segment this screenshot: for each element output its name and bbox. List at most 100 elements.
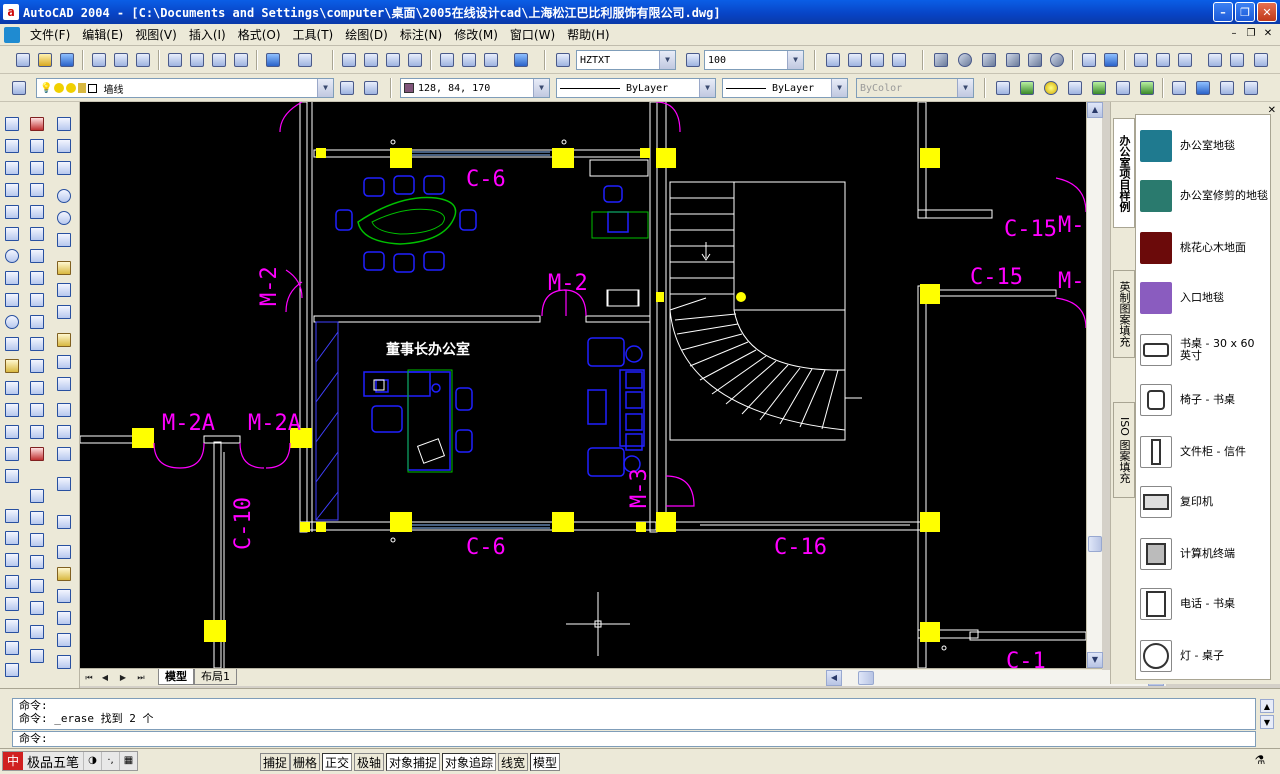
- dim-edit-icon[interactable]: [54, 400, 74, 420]
- ellipse-icon[interactable]: [2, 312, 22, 332]
- zoom-dynamic-icon[interactable]: [27, 622, 47, 642]
- first-tab-icon[interactable]: ⏮: [82, 671, 96, 685]
- dim-ordinate-icon[interactable]: [54, 158, 74, 178]
- chamfer-icon[interactable]: [27, 400, 47, 420]
- print-icon[interactable]: [90, 51, 108, 69]
- trim-icon[interactable]: [27, 312, 47, 332]
- block-editor-icon[interactable]: [54, 542, 74, 562]
- dim-style-select[interactable]: 100 ▼: [704, 50, 804, 70]
- scale-icon[interactable]: [27, 268, 47, 288]
- toggle-osnap[interactable]: 对象捕捉: [386, 753, 441, 771]
- arc-icon[interactable]: [2, 224, 22, 244]
- doc-minimize-button[interactable]: –: [1226, 27, 1242, 41]
- quick-leader-icon[interactable]: [54, 330, 74, 350]
- palette-item-phone[interactable]: 电话 - 书桌: [1136, 579, 1270, 629]
- center-mark-icon[interactable]: [54, 374, 74, 394]
- scroll-up-icon[interactable]: ▲: [1087, 102, 1103, 118]
- communication-center-icon[interactable]: ⚗: [1248, 753, 1272, 771]
- copy-icon[interactable]: [188, 51, 206, 69]
- materials-icon[interactable]: [1206, 51, 1224, 69]
- stretch-icon[interactable]: [27, 290, 47, 310]
- rotate-icon[interactable]: [27, 246, 47, 266]
- menu-view[interactable]: 视图(V): [129, 26, 183, 43]
- ellipse-arc-icon[interactable]: [2, 334, 22, 354]
- new-file-icon[interactable]: [14, 51, 32, 69]
- background-toolbar-icon[interactable]: [1170, 79, 1188, 97]
- scroll-down-icon[interactable]: ▼: [1087, 652, 1103, 668]
- statistics-icon[interactable]: [1194, 79, 1212, 97]
- undo-icon[interactable]: [264, 51, 282, 69]
- menu-help[interactable]: 帮助(H): [561, 26, 615, 43]
- named-views-icon[interactable]: [54, 512, 74, 532]
- layer-manager-icon[interactable]: [10, 79, 28, 97]
- chevron-down-icon[interactable]: ▼: [659, 51, 675, 69]
- viewport-icon[interactable]: [824, 51, 842, 69]
- previous-tab-icon[interactable]: ◀: [98, 671, 112, 685]
- toggle-polar[interactable]: 极轴: [354, 753, 385, 771]
- maximize-button[interactable]: ❐: [1235, 2, 1255, 22]
- help-icon[interactable]: [512, 51, 530, 69]
- palette-scrollbar[interactable]: [1271, 114, 1280, 680]
- last-tab-icon[interactable]: ⏭: [134, 671, 148, 685]
- command-input[interactable]: 命令:: [12, 731, 1256, 747]
- menu-insert[interactable]: 插入(I): [183, 26, 232, 43]
- toggle-snap[interactable]: 捕捉: [260, 753, 291, 771]
- text-scale-icon[interactable]: [2, 572, 22, 592]
- next-tab-icon[interactable]: ▶: [116, 671, 130, 685]
- save-image-icon[interactable]: [1242, 79, 1260, 97]
- tab-model[interactable]: 模型: [158, 669, 194, 685]
- text-icon[interactable]: [2, 506, 22, 526]
- chevron-down-icon[interactable]: ▼: [787, 51, 803, 69]
- offset-icon[interactable]: [27, 180, 47, 200]
- hatch-icon[interactable]: [2, 422, 22, 442]
- xref-icon[interactable]: [54, 586, 74, 606]
- tolerance-icon[interactable]: [54, 352, 74, 372]
- zoom-out-icon[interactable]: [27, 508, 47, 528]
- join-icon[interactable]: [27, 378, 47, 398]
- tab-imperial-hatch[interactable]: 英制图案填充: [1113, 270, 1135, 358]
- menu-tools[interactable]: 工具(T): [287, 26, 340, 43]
- doc-restore-button[interactable]: ❐: [1243, 27, 1259, 41]
- tab-iso-hatch[interactable]: ISO 图案填充: [1113, 402, 1135, 498]
- dim-continue-icon[interactable]: [54, 302, 74, 322]
- mirror-icon[interactable]: [27, 158, 47, 178]
- save-icon[interactable]: [58, 51, 76, 69]
- punctuation-icon[interactable]: ·,: [101, 752, 119, 770]
- dim-aligned-icon[interactable]: [54, 136, 74, 156]
- circle-icon[interactable]: [2, 246, 22, 266]
- doc-close-button[interactable]: ✕: [1260, 27, 1276, 41]
- text-style-tool-icon[interactable]: [2, 594, 22, 614]
- revision-cloud-icon[interactable]: [2, 268, 22, 288]
- dim-baseline-icon[interactable]: [54, 280, 74, 300]
- extend-icon[interactable]: [27, 334, 47, 354]
- ole-object-icon[interactable]: [54, 630, 74, 650]
- palette-item-trimmed-carpet[interactable]: 办公室修剪的地毯: [1136, 171, 1270, 221]
- scroll-left-icon[interactable]: ◀: [826, 670, 842, 686]
- dim-style-icon[interactable]: [684, 51, 702, 69]
- document-icon[interactable]: [4, 26, 20, 43]
- cut-icon[interactable]: [166, 51, 184, 69]
- color-select[interactable]: 128, 84, 170 ▼: [400, 78, 550, 98]
- torus-icon[interactable]: [1048, 51, 1066, 69]
- match-properties-icon[interactable]: [232, 51, 250, 69]
- preferences-icon[interactable]: [1218, 79, 1236, 97]
- zoom-extents-icon[interactable]: [27, 530, 47, 550]
- menu-edit[interactable]: 编辑(E): [76, 26, 129, 43]
- region-icon[interactable]: [2, 444, 22, 464]
- viewport-3-icon[interactable]: [868, 51, 886, 69]
- dim-update-icon[interactable]: [54, 444, 74, 464]
- drawing-canvas[interactable]: C-6 C-6 C-15 C-15 M- M- M-2 M-2A M-2A C-…: [80, 102, 1086, 668]
- copy-object-icon[interactable]: [27, 136, 47, 156]
- palette-item-desk[interactable]: 书桌 - 30 x 60 英寸: [1136, 325, 1270, 375]
- render-toolbar-icon[interactable]: [994, 79, 1012, 97]
- move-icon[interactable]: [27, 224, 47, 244]
- linetype-select[interactable]: ByLayer ▼: [556, 78, 716, 98]
- toggle-otrack[interactable]: 对象追踪: [442, 753, 497, 771]
- background-icon[interactable]: [1228, 51, 1246, 69]
- text-style-select[interactable]: HZTXT ▼: [576, 50, 676, 70]
- text-edit-icon[interactable]: [2, 528, 22, 548]
- array-icon[interactable]: [27, 202, 47, 222]
- zoom-window-tool-icon[interactable]: [27, 646, 47, 666]
- scroll-thumb[interactable]: [1088, 536, 1102, 552]
- soft-keyboard-icon[interactable]: ▦: [119, 752, 137, 770]
